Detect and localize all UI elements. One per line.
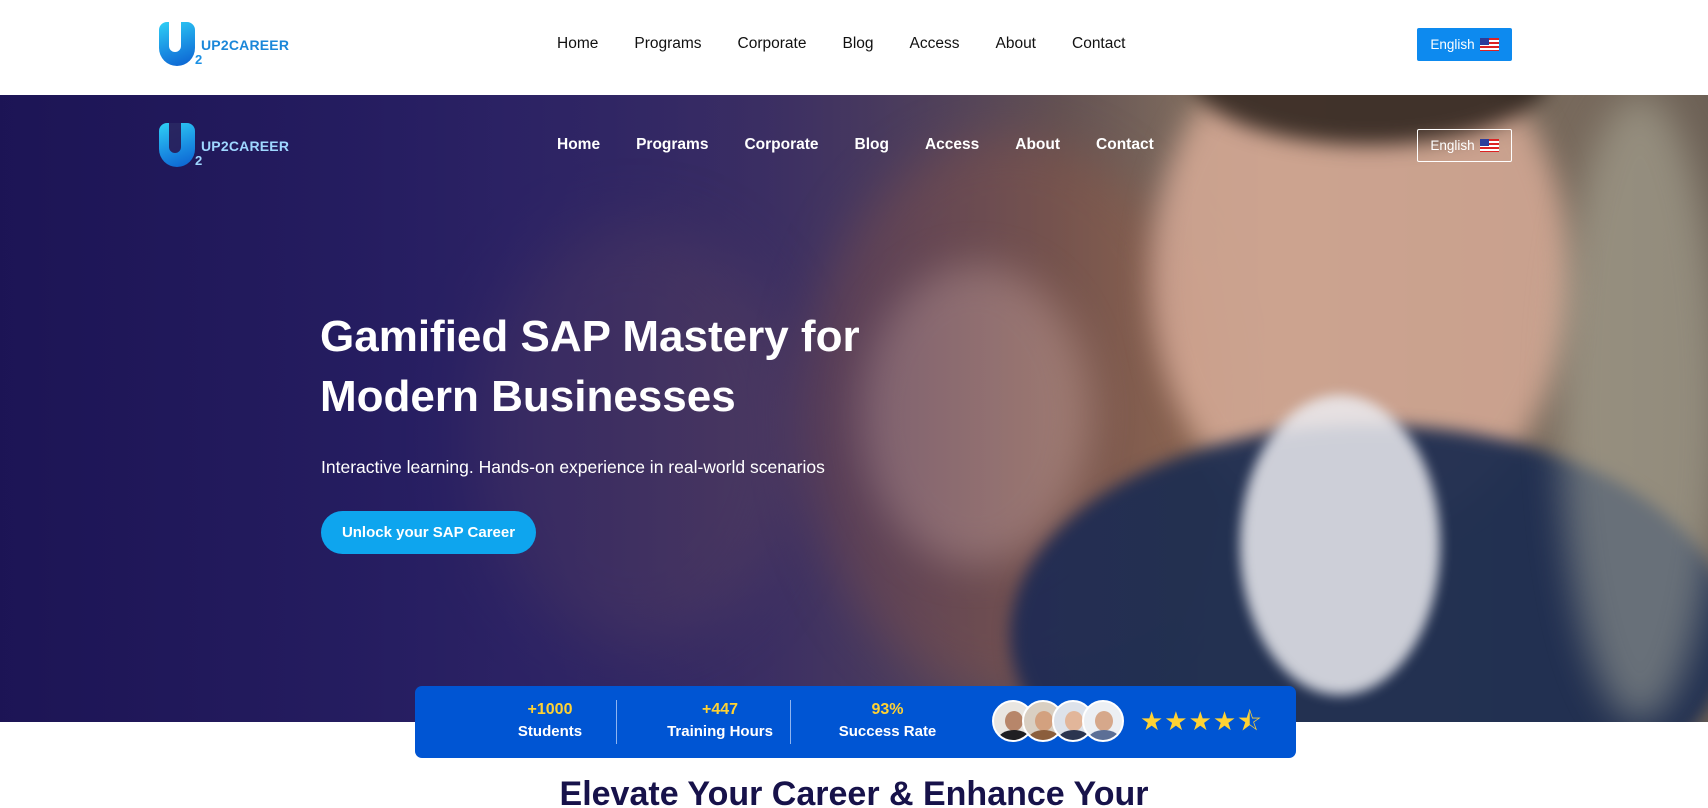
brand-name: UP2CAREER: [201, 37, 290, 53]
hero-nav-access[interactable]: Access: [925, 136, 979, 154]
stat-students: +1000 Students: [490, 700, 610, 744]
unlock-career-button[interactable]: Unlock your SAP Career: [321, 511, 536, 554]
hero-nav-home[interactable]: Home: [557, 136, 600, 154]
hero-title: Gamified SAP Mastery for Modern Business…: [320, 312, 860, 421]
hero-nav-contact[interactable]: Contact: [1096, 136, 1154, 154]
hero-nav-blog[interactable]: Blog: [855, 136, 889, 154]
language-button[interactable]: English: [1417, 28, 1512, 61]
stat-divider: [790, 700, 791, 744]
top-header: 2 UP2CAREER Home Programs Corporate Blog…: [0, 0, 1708, 95]
nav-access[interactable]: Access: [910, 35, 960, 53]
hero-language-button[interactable]: English: [1417, 129, 1512, 162]
hero-nav-corporate[interactable]: Corporate: [744, 136, 818, 154]
brand-name: UP2CAREER: [201, 138, 290, 154]
main-nav: Home Programs Corporate Blog Access Abou…: [557, 35, 1161, 53]
hero-subtitle: Interactive learning. Hands-on experienc…: [321, 457, 825, 477]
nav-blog[interactable]: Blog: [842, 35, 873, 53]
stat-label: Students: [517, 723, 583, 740]
stats-bar: +1000 Students +447 Training Hours 93% S…: [415, 686, 1296, 758]
stat-value: 93%: [871, 701, 904, 718]
hero-nav-programs[interactable]: Programs: [636, 136, 708, 154]
stat-label: Success Rate: [838, 723, 937, 740]
stat-label: Training Hours: [667, 723, 773, 740]
language-label: English: [1430, 37, 1475, 52]
logo-mark-icon: 2: [159, 123, 202, 169]
hero-nav-about[interactable]: About: [1015, 136, 1060, 154]
brand-logo[interactable]: 2 UP2CAREER: [159, 22, 289, 68]
hero-brand-logo[interactable]: 2 UP2CAREER: [159, 123, 289, 169]
nav-corporate[interactable]: Corporate: [738, 35, 807, 53]
stat-training-hours: +447 Training Hours: [645, 700, 795, 744]
nav-contact[interactable]: Contact: [1072, 35, 1125, 53]
us-flag-icon: [1479, 139, 1499, 152]
us-flag-icon: [1479, 38, 1499, 51]
nav-about[interactable]: About: [995, 35, 1036, 53]
student-avatars: [992, 700, 1127, 744]
stat-value: +447: [701, 701, 739, 718]
section-title: Elevate Your Career & Enhance Your: [559, 775, 1149, 808]
stat-success-rate: 93% Success Rate: [815, 700, 960, 744]
stat-value: +1000: [527, 701, 573, 718]
nav-home[interactable]: Home: [557, 35, 598, 53]
avatar: [1082, 700, 1124, 742]
nav-programs[interactable]: Programs: [634, 35, 701, 53]
rating-stars-icon: ★★★★⯪: [1140, 706, 1263, 736]
language-label: English: [1430, 138, 1475, 153]
hero-nav: Home Programs Corporate Blog Access Abou…: [557, 136, 1190, 154]
hero-section: 2 UP2CAREER Home Programs Corporate Blog…: [0, 95, 1708, 722]
logo-mark-icon: 2: [159, 22, 202, 68]
stat-divider: [616, 700, 617, 744]
